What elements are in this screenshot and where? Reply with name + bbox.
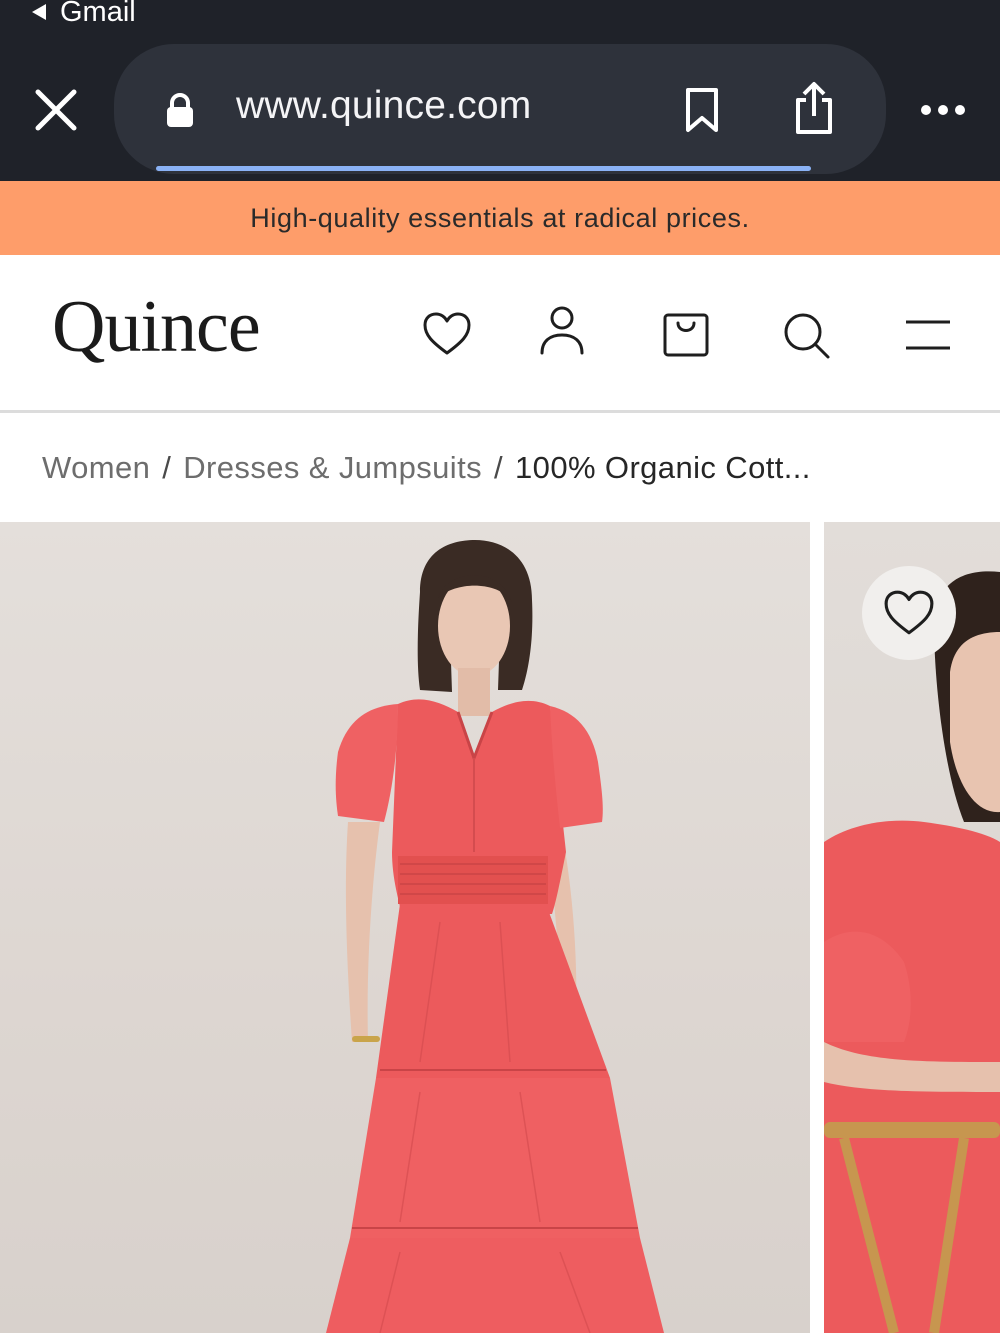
model-in-dress-illustration — [326, 540, 664, 1333]
breadcrumb-separator: / — [494, 450, 504, 485]
menu-icon[interactable] — [904, 319, 952, 351]
product-photo-main[interactable] — [0, 522, 810, 1333]
back-to-app-button[interactable]: Gmail — [32, 0, 136, 30]
quince-logo[interactable]: Quince — [52, 285, 261, 370]
site-header: Quince — [0, 255, 1000, 413]
more-icon[interactable] — [920, 100, 966, 120]
breadcrumb: Women / Dresses & Jumpsuits / 100% Organ… — [42, 446, 811, 490]
breadcrumb-current-product: 100% Organic Cott... — [515, 450, 811, 485]
address-bar[interactable]: www.quince.com — [114, 44, 886, 174]
search-icon[interactable] — [782, 311, 832, 361]
browser-chrome: Gmail www.quince.com — [0, 0, 1000, 181]
page-load-progress — [156, 166, 811, 171]
back-triangle-icon — [32, 4, 46, 20]
product-image-gallery[interactable] — [0, 522, 1000, 1333]
share-icon[interactable] — [790, 80, 838, 136]
lock-icon — [167, 93, 193, 127]
promo-text: High-quality essentials at radical price… — [250, 202, 750, 233]
user-icon[interactable] — [538, 305, 586, 357]
url-text[interactable]: www.quince.com — [236, 84, 531, 128]
heart-icon[interactable] — [422, 311, 472, 357]
breadcrumb-dresses-jumpsuits[interactable]: Dresses & Jumpsuits — [183, 450, 482, 486]
close-icon[interactable] — [30, 84, 82, 136]
heart-icon — [884, 590, 934, 635]
promo-banner[interactable]: High-quality essentials at radical price… — [0, 181, 1000, 255]
back-app-label: Gmail — [60, 0, 136, 28]
add-to-wishlist-button[interactable] — [862, 566, 956, 660]
bookmark-icon[interactable] — [682, 86, 722, 134]
bag-icon[interactable] — [662, 311, 710, 359]
breadcrumb-women[interactable]: Women — [42, 450, 150, 486]
breadcrumb-separator: / — [162, 450, 172, 485]
